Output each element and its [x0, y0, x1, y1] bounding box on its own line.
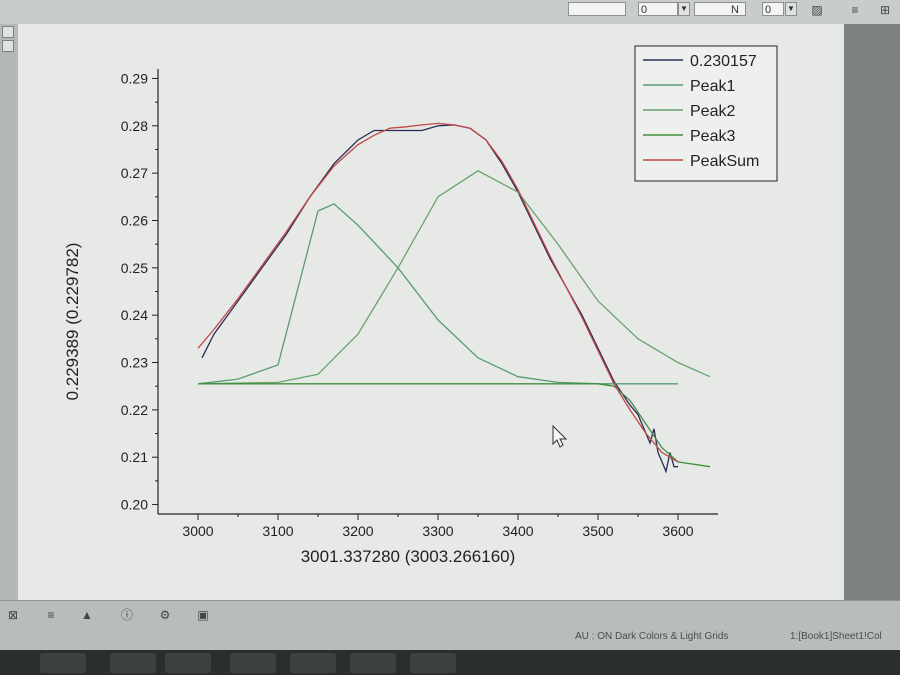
- taskbar-item-4[interactable]: [230, 653, 276, 673]
- graph-page: 0.20 0.21 0.22 0.23 0.24 0.25 0.26 0.27 0.28 0.29…: [18, 24, 844, 600]
- fill-pattern-icon[interactable]: ▨: [808, 2, 826, 18]
- legend-label: 0.230157: [690, 53, 757, 70]
- taskbar: [0, 650, 900, 675]
- top-toolbar: 0 ▼ N 0 ▼ ▨ ≡ ⊞: [0, 0, 900, 25]
- grid-icon[interactable]: ⊞: [876, 2, 894, 18]
- info-icon[interactable]: ⓘ: [118, 607, 136, 623]
- status-sheet: 1:[Book1]Sheet1!Col: [790, 631, 882, 642]
- plot-type-icon[interactable]: ≡: [42, 607, 60, 623]
- taskbar-item-6[interactable]: [350, 653, 396, 673]
- y-tick-label: 0.21: [121, 449, 148, 465]
- x-axis-label: 3001.337280 (3003.266160): [301, 547, 516, 566]
- x-tick-label: 3200: [342, 523, 373, 539]
- series-line-peak3: [198, 383, 711, 468]
- x-tick-label: 3400: [502, 523, 533, 539]
- y-tick-label: 0.27: [121, 165, 148, 181]
- taskbar-item-7[interactable]: [410, 653, 456, 673]
- taskbar-item-3[interactable]: [165, 653, 211, 673]
- status-text: AU : ON Dark Colors & Light Grids: [575, 631, 729, 642]
- legend-label: Peak3: [690, 128, 735, 145]
- x-tick-label: 3000: [182, 523, 213, 539]
- left-strip-button-1[interactable]: [2, 26, 14, 38]
- chart: 0.20 0.21 0.22 0.23 0.24 0.25 0.26 0.27 0.28 0.29…: [63, 45, 778, 566]
- chart-icon[interactable]: ▲: [78, 607, 96, 623]
- y-tick-label: 0.29: [121, 70, 148, 86]
- secondary-dropdown-arrow[interactable]: ▼: [785, 2, 797, 16]
- secondary-combo[interactable]: 0: [762, 2, 784, 16]
- y-tick-label: 0.22: [121, 402, 148, 418]
- bold-label: N: [731, 4, 739, 16]
- mouse-cursor-icon: [552, 424, 568, 448]
- y-tick-label: 0.26: [121, 212, 148, 228]
- legend-label: Peak1: [690, 78, 735, 95]
- legend-label: Peak2: [690, 103, 735, 120]
- align-icon[interactable]: ≡: [846, 2, 864, 18]
- save-icon[interactable]: ▣: [194, 607, 212, 623]
- y-tick-label: 0.24: [121, 307, 148, 323]
- taskbar-item-5[interactable]: [290, 653, 336, 673]
- right-margin: [844, 24, 900, 600]
- y-tick-label: 0.28: [121, 118, 148, 134]
- x-tick-label: 3300: [422, 523, 453, 539]
- bottom-toolbar: ⊠ ≡ ▲ ⓘ ⚙ ▣ AU : ON Dark Colors & Light …: [0, 600, 900, 651]
- taskbar-item-1[interactable]: [40, 653, 86, 673]
- x-tick-label: 3600: [662, 523, 693, 539]
- y-tick-label: 0.23: [121, 355, 148, 371]
- legend-label: PeakSum: [690, 153, 759, 170]
- x-tick-label: 3100: [262, 523, 293, 539]
- series-line-peaksum: [197, 122, 679, 463]
- y-axis-label: 0.229389 (0.229782): [63, 243, 82, 401]
- font-size-combo[interactable]: 0: [638, 2, 678, 16]
- series-line-0-230157: [201, 124, 678, 474]
- layer-icon[interactable]: ⊠: [4, 607, 22, 623]
- settings-icon[interactable]: ⚙: [156, 607, 174, 623]
- y-tick-label: 0.20: [121, 497, 148, 513]
- toolbar-combo-1[interactable]: [568, 2, 626, 16]
- left-toolbar-strip: [0, 24, 18, 600]
- taskbar-item-2[interactable]: [110, 653, 156, 673]
- font-size-dropdown-arrow[interactable]: ▼: [678, 2, 690, 16]
- bold-combo[interactable]: N: [694, 2, 746, 16]
- x-tick-label: 3500: [582, 523, 613, 539]
- series-line-peak1: [197, 203, 678, 385]
- y-tick-label: 0.25: [121, 260, 148, 276]
- left-strip-button-2[interactable]: [2, 40, 14, 52]
- series-line-peak2: [197, 170, 711, 385]
